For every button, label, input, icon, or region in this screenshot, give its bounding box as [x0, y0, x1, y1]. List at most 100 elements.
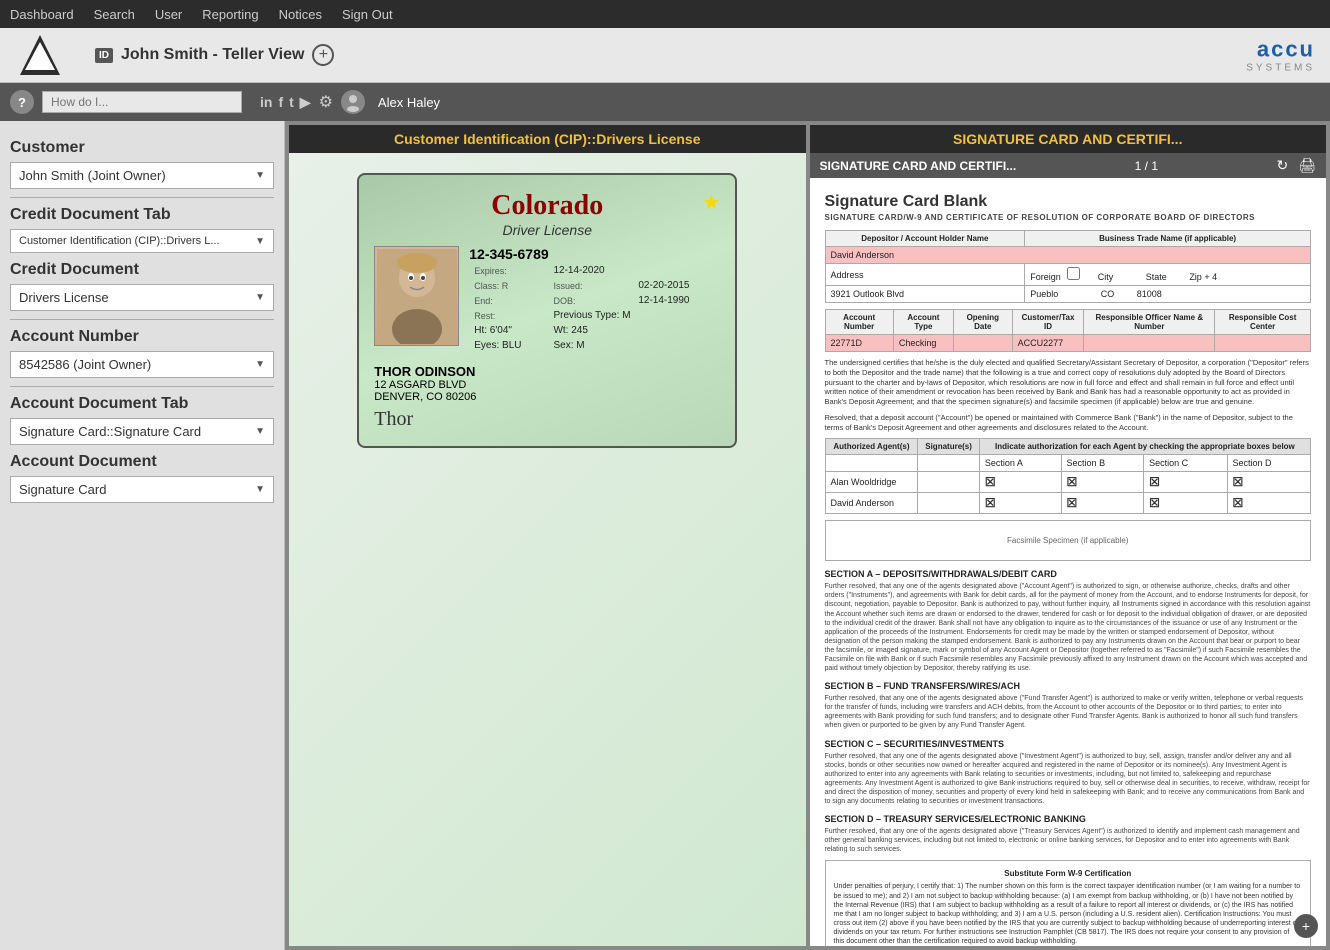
agent1-sig	[918, 472, 979, 493]
nav-reporting[interactable]: Reporting	[202, 7, 258, 22]
help-button[interactable]: ?	[10, 90, 34, 114]
credit-doc-tab-dropdown[interactable]: Customer Identification (CIP)::Drivers L…	[10, 229, 274, 253]
section-c-text: Further resolved, that any one of the ag…	[825, 752, 1312, 807]
nav-notices[interactable]: Notices	[279, 7, 322, 22]
account-doc-title: Account Document	[10, 453, 274, 471]
customer-section-title: Customer	[10, 139, 274, 157]
agents-col-label	[825, 455, 918, 472]
customer-tax-col: Customer/Tax ID	[1012, 310, 1084, 335]
signatures-header: Signature(s)	[918, 439, 979, 455]
depositor-table: Depositor / Account Holder Name Business…	[825, 230, 1312, 303]
twitter-icon[interactable]: t	[289, 94, 294, 111]
settings-icon[interactable]: ⚙	[319, 92, 333, 112]
sig-page-info: 1 / 1	[1135, 159, 1158, 173]
account-doc-arrow: ▼	[255, 484, 265, 495]
account-number-arrow: ▼	[255, 359, 265, 370]
account-doc-dropdown[interactable]: Signature Card ▼	[10, 476, 274, 503]
logo-area	[15, 30, 65, 80]
sig-card-subtitle: SIGNATURE CARD/W-9 AND CERTIFICATE OF RE…	[825, 213, 1312, 222]
credit-doc-dropdown[interactable]: Drivers License ▼	[10, 284, 274, 311]
section-b-text: Further resolved, that any one of the ag…	[825, 694, 1312, 730]
license-star-icon: ★	[702, 190, 720, 215]
user-name-display: Alex Haley	[378, 95, 440, 110]
credit-doc-arrow: ▼	[255, 292, 265, 303]
opening-date-col: Opening Date	[953, 310, 1012, 335]
rest-label: Rest:	[471, 309, 548, 322]
sidebar-divider-2	[10, 319, 274, 320]
account-number-col: Account Number	[825, 310, 893, 335]
sig-certifies-text: The undersigned certifies that he/she is…	[825, 358, 1312, 407]
sig-panel-content[interactable]: Signature Card Blank SIGNATURE CARD/W-9 …	[810, 178, 1327, 946]
credit-doc-value: Drivers License	[19, 290, 109, 305]
height-label: Ht: 6'04"	[471, 324, 548, 337]
account-doc-tab-arrow: ▼	[255, 426, 265, 437]
address-value: 3921 Outlook Blvd	[825, 286, 1025, 303]
foreign-checkbox[interactable]	[1067, 267, 1080, 280]
nav-search[interactable]: Search	[94, 7, 135, 22]
zip-value: 81008	[1137, 289, 1162, 299]
refresh-icon[interactable]: ↻	[1276, 157, 1288, 174]
youtube-icon[interactable]: ▶	[300, 94, 311, 111]
account-doc-tab-dropdown[interactable]: Signature Card::Signature Card ▼	[10, 418, 274, 445]
agent2-sec-c: ☒	[1144, 493, 1227, 514]
toolbar-icons: ↻ 🖨	[1276, 157, 1316, 174]
linkedin-icon[interactable]: in	[260, 94, 272, 111]
add-teller-button[interactable]: +	[312, 44, 334, 66]
print-icon[interactable]: 🖨	[1298, 157, 1316, 174]
issued-label: Issued:	[550, 279, 633, 292]
dob-label: DOB:	[550, 294, 633, 307]
how-do-i-search[interactable]	[42, 91, 242, 113]
license-header: Colorado ★ Driver License	[374, 190, 720, 238]
agent2-sec-d: ☒	[1227, 493, 1311, 514]
facebook-icon[interactable]: f	[278, 94, 283, 111]
sidebar: Customer John Smith (Joint Owner) ▼ Cred…	[0, 121, 285, 950]
scroll-down-button[interactable]: +	[1294, 914, 1318, 938]
customer-value: John Smith (Joint Owner)	[19, 168, 166, 183]
sidebar-divider-3	[10, 386, 274, 387]
auth-agents-header: Authorized Agent(s)	[825, 439, 918, 455]
zip-label: Zip + 4	[1189, 272, 1217, 282]
agent1-name: Alan Wooldridge	[825, 472, 918, 493]
left-panel-content: Colorado ★ Driver License	[289, 153, 806, 946]
state-value: CO	[1101, 289, 1115, 299]
license-card: Colorado ★ Driver License	[357, 173, 737, 448]
license-state: Colorado	[374, 190, 720, 222]
agent1-sec-a: ☒	[979, 472, 1061, 493]
account-doc-tab-value: Signature Card::Signature Card	[19, 424, 201, 439]
agent2-sec-a: ☒	[979, 493, 1061, 514]
nav-signout[interactable]: Sign Out	[342, 7, 393, 22]
license-address: 12 ASGARD BLVD	[374, 379, 720, 391]
top-navigation: Dashboard Search User Reporting Notices …	[0, 0, 1330, 28]
foreign-label: Foreign	[1030, 272, 1061, 282]
account-type-col: Account Type	[893, 310, 953, 335]
teller-name: John Smith - Teller View	[121, 46, 304, 64]
account-number-dropdown[interactable]: 8542586 (Joint Owner) ▼	[10, 351, 274, 378]
sigs-col-label	[918, 455, 979, 472]
customer-dropdown[interactable]: John Smith (Joint Owner) ▼	[10, 162, 274, 189]
sex-label: Sex: M	[550, 339, 633, 352]
responsible-officer-val	[1084, 335, 1215, 352]
main-content: Customer John Smith (Joint Owner) ▼ Cred…	[0, 121, 1330, 950]
license-name: THOR ODINSON	[374, 364, 720, 379]
depositor-name-value: David Anderson	[825, 247, 1311, 264]
license-type: Driver License	[374, 222, 720, 238]
section-a-text: Further resolved, that any one of the ag…	[825, 582, 1312, 673]
credit-doc-tab-value: Customer Identification (CIP)::Drivers L…	[19, 235, 220, 247]
license-background: Colorado ★ Driver License	[289, 153, 806, 946]
user-avatar	[341, 90, 365, 114]
account-number-value: 8542586 (Joint Owner)	[19, 357, 151, 372]
section-c-heading: SECTION C – SECURITIES/INVESTMENTS	[825, 739, 1312, 749]
nav-user[interactable]: User	[155, 7, 182, 22]
nav-dashboard[interactable]: Dashboard	[10, 7, 74, 22]
agent2-sec-b: ☒	[1061, 493, 1144, 514]
state-label-col: State	[1146, 272, 1167, 282]
sec-b-col: Section B	[1061, 455, 1144, 472]
sidebar-divider-1	[10, 197, 274, 198]
w9-box: Substitute Form W-9 Certification Under …	[825, 860, 1312, 946]
license-city-state: DENVER, CO 80206	[374, 391, 720, 403]
responsible-cost-val	[1215, 335, 1311, 352]
systems-text: SYSTEMS	[1246, 63, 1315, 74]
responsible-officer-col: Responsible Officer Name & Number	[1084, 310, 1215, 335]
right-document-panel: SIGNATURE CARD AND CERTIFI... SIGNATURE …	[810, 125, 1327, 946]
account-number-val: 22771D	[825, 335, 893, 352]
